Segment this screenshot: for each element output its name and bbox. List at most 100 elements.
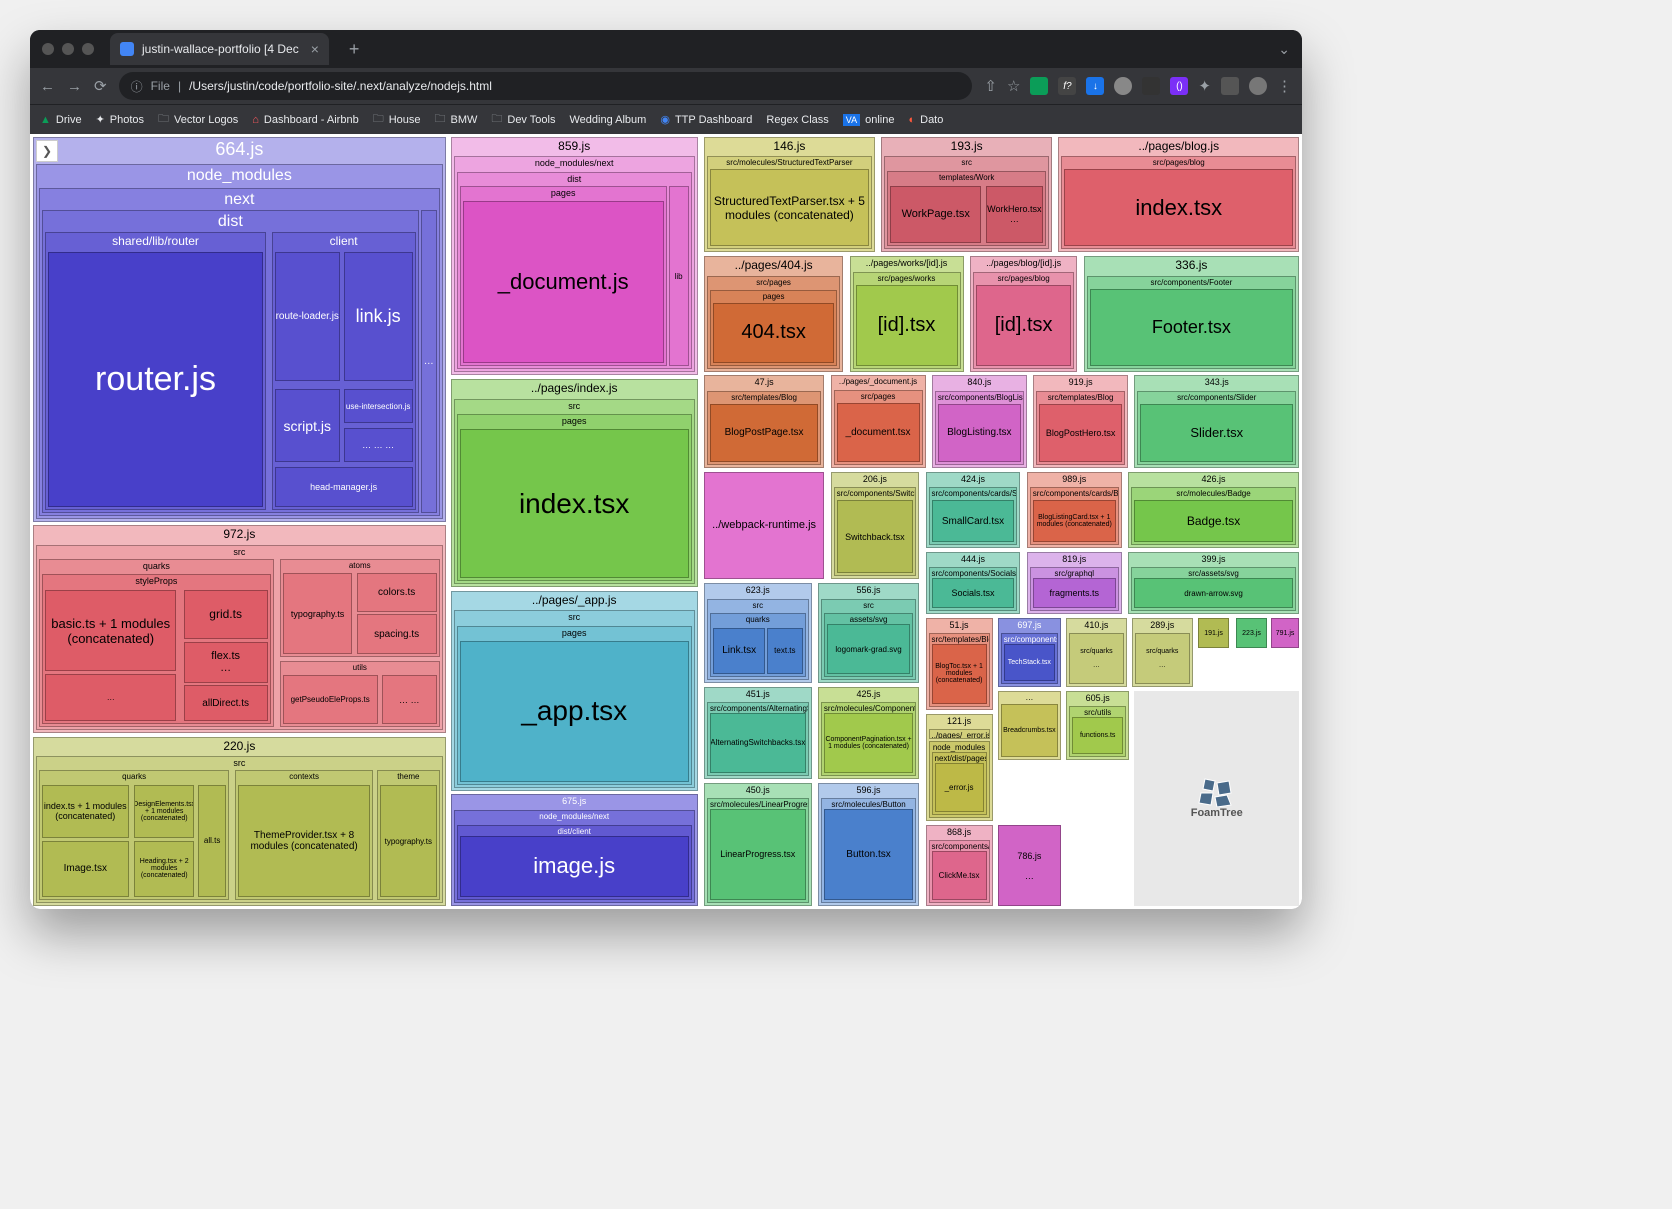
node-989p[interactable]: src/components/cards/BlogListingCard Blo… [1030,487,1119,545]
node-146p[interactable]: src/molecules/StructuredTextParser Struc… [707,156,872,249]
bm-vector[interactable]: 🗀Vector Logos [158,110,238,129]
node-426p[interactable]: src/molecules/Badge Badge.tsx [1131,487,1296,545]
node-47[interactable]: 47.js src/templates/Blog BlogPostPage.ts… [704,375,824,467]
node-675[interactable]: 675.js node_modules/next dist/client ima… [451,794,698,906]
bm-bmw[interactable]: 🗀BMW [434,110,477,129]
node-289[interactable]: 289.js src/quarks… [1132,618,1193,687]
node-idxts[interactable]: index.ts + 1 modules (concatenated) [42,785,129,839]
node-colors[interactable]: colors.ts [357,573,437,612]
node-blc[interactable]: BlogListingCard.tsx + 1 modules (concate… [1033,500,1116,542]
reload-icon[interactable]: ⟳ [94,77,107,95]
node-819p[interactable]: src/graphql fragments.ts [1030,567,1119,611]
node-868[interactable]: 868.js src/components/Navbar ClickMe.tsx [926,825,993,906]
node-121p[interactable]: ../pages/_error.js [929,729,990,739]
node-asw[interactable]: AlternatingSwitchbacks.tsx [710,713,806,773]
node-scriptjs[interactable]: script.js [275,389,340,462]
node-223[interactable]: 223.js [1236,618,1268,649]
node-client[interactable]: client route-loader.js link.js script.js… [272,232,416,509]
back-icon[interactable]: ← [40,78,55,95]
node-linkjs[interactable]: link.js [344,252,413,381]
bm-dato[interactable]: ◐Dato [908,114,943,126]
node-972[interactable]: 972.js src quarks styleProps [33,525,446,733]
node-tp[interactable]: typography.ts [380,785,437,897]
node-logomark[interactable]: logomark-grad.svg [827,624,910,674]
node-spacing[interactable]: spacing.ts [357,614,437,655]
node-425p[interactable]: src/molecules/ComponentPagination Compon… [821,702,916,776]
close-tab-icon[interactable]: × [311,41,319,57]
node-breadcrumbs-wrap[interactable]: … Breadcrumbs.tsx [998,691,1061,760]
node-imagejs[interactable]: image.js [460,836,689,897]
node-697p[interactable]: src/components/TechStack TechStack.tsx [1001,633,1058,684]
menu-icon[interactable]: ⋮ [1277,77,1292,95]
node-tech[interactable]: TechStack.tsx [1004,644,1055,681]
node-596[interactable]: 596.js src/molecules/Button Button.tsx [818,783,919,906]
node-859-pages[interactable]: pages _document.js [460,186,667,366]
node-pwidm[interactable]: [id].tsx [856,285,958,366]
browser-tab[interactable]: justin-wallace-portfolio [4 Dec × [110,33,329,65]
node-pwid[interactable]: ../pages/works/[id].js src/pages/works [… [850,256,964,371]
ext-icon-1[interactable] [1030,77,1048,95]
node-routerjs[interactable]: router.js [48,252,263,507]
node-pa-pages[interactable]: pages _app.tsx [457,626,692,785]
treemap[interactable]: 664.js node_modules next dist [33,137,1299,906]
node-toc[interactable]: BlogToc.tsx + 1 modules (concatenated) [932,644,987,704]
node-664[interactable]: 664.js node_modules next dist [33,137,446,522]
node-node_modules[interactable]: node_modules next dist shared/li [36,164,443,519]
node-424[interactable]: 424.js src/components/cards/SmallCard Sm… [926,472,1021,549]
node-typo[interactable]: typography.ts [283,573,352,654]
minimize-dot[interactable] [62,43,74,55]
node-146[interactable]: 146.js src/molecules/StructuredTextParse… [704,137,875,252]
node-121[interactable]: 121.js ../pages/_error.js node_modules n… [926,714,993,822]
node-425[interactable]: 425.js src/molecules/ComponentPagination… [818,687,919,779]
node-getpseudo[interactable]: getPseudoEleProps.ts [283,675,378,724]
url-field[interactable]: ⓘ File | /Users/justin/code/portfolio-si… [119,72,973,100]
node-193tw[interactable]: templates/Work WorkPage.tsx WorkHero.tsx… [887,171,1046,246]
node-193[interactable]: 193.js src templates/Work WorkPage.tsx W… [881,137,1052,252]
node-840[interactable]: 840.js src/components/BlogListing BlogLi… [932,375,1027,467]
node-47p[interactable]: src/templates/Blog BlogPostPage.tsx [707,391,821,464]
node-426[interactable]: 426.js src/molecules/Badge Badge.tsx [1128,472,1299,549]
node-useinter[interactable]: use-intersection.js [344,389,413,423]
node-206p[interactable]: src/components/Switchback Switchback.tsx [834,487,917,576]
ext-icon-3[interactable] [1114,77,1132,95]
node-605[interactable]: 605.js src/utils functions.ts [1066,691,1129,760]
node-lib[interactable]: lib [669,186,689,366]
node-675-dc[interactable]: dist/client image.js [457,825,692,900]
extensions-icon[interactable]: ✦ [1198,77,1211,95]
node-451[interactable]: 451.js src/components/AlternatingSwitchb… [704,687,812,779]
node-786[interactable]: 786.js… [998,825,1061,906]
node-556[interactable]: 556.js src assets/svg logomark-grad.svg [818,583,919,683]
node-bl[interactable]: BlogListing.tsx [938,404,1021,461]
node-596p[interactable]: src/molecules/Button Button.tsx [821,798,916,903]
bm-online[interactable]: VAonline [843,114,895,126]
node-ad-dots[interactable]: … [45,674,176,721]
node-623[interactable]: 623.js src quarks Link.tsx text.ts [704,583,812,683]
node-450p[interactable]: src/molecules/LinearProgress LinearProgr… [707,798,809,903]
node-pi-src[interactable]: src pages index.tsx [454,399,695,584]
node-btn[interactable]: Button.tsx [824,809,913,900]
node-dist[interactable]: dist shared/lib/router router.js [42,210,419,513]
node-pblogi[interactable]: index.tsx [1064,169,1293,246]
node-289p[interactable]: src/quarks… [1135,633,1190,684]
bm-airbnb[interactable]: ⌂Dashboard - Airbnb [252,114,358,126]
node-footer[interactable]: Footer.tsx [1090,289,1293,366]
ext-icon-f[interactable]: f? [1058,77,1076,95]
node-pblog[interactable]: ../pages/blog.js src/pages/blog index.ts… [1058,137,1299,252]
node-972-sp[interactable]: styleProps basic.ts + 1 modules (concate… [42,574,271,724]
node-text[interactable]: text.ts [767,628,802,674]
ext-icon-5[interactable]: () [1170,77,1188,95]
node-alldirect[interactable]: allDirect.ts [184,685,268,721]
node-themeprov[interactable]: ThemeProvider.tsx + 8 modules (concatena… [238,785,370,897]
node-papp[interactable]: ../pages/_app.js src pages _app.tsx [451,591,698,791]
bm-drive[interactable]: ▲Drive [40,114,82,126]
node-919p[interactable]: src/templates/Blog BlogPostHero.tsx [1036,391,1125,464]
node-840p[interactable]: src/components/BlogListing BlogListing.t… [935,391,1024,464]
node-972-quarks[interactable]: quarks styleProps basic.ts + 1 modules (… [39,559,274,727]
new-tab-button[interactable]: + [349,39,360,60]
node-859-dist[interactable]: dist pages _document.js lib [457,172,692,369]
node-444[interactable]: 444.js src/components/Socials Socials.ts… [926,552,1021,614]
node-191[interactable]: 191.js [1198,618,1230,649]
ext-icon-2[interactable]: ↓ [1086,77,1104,95]
node-121nx[interactable]: next/dist/pages _error.js [932,752,987,816]
node-343p[interactable]: src/components/Slider Slider.tsx [1137,391,1296,464]
